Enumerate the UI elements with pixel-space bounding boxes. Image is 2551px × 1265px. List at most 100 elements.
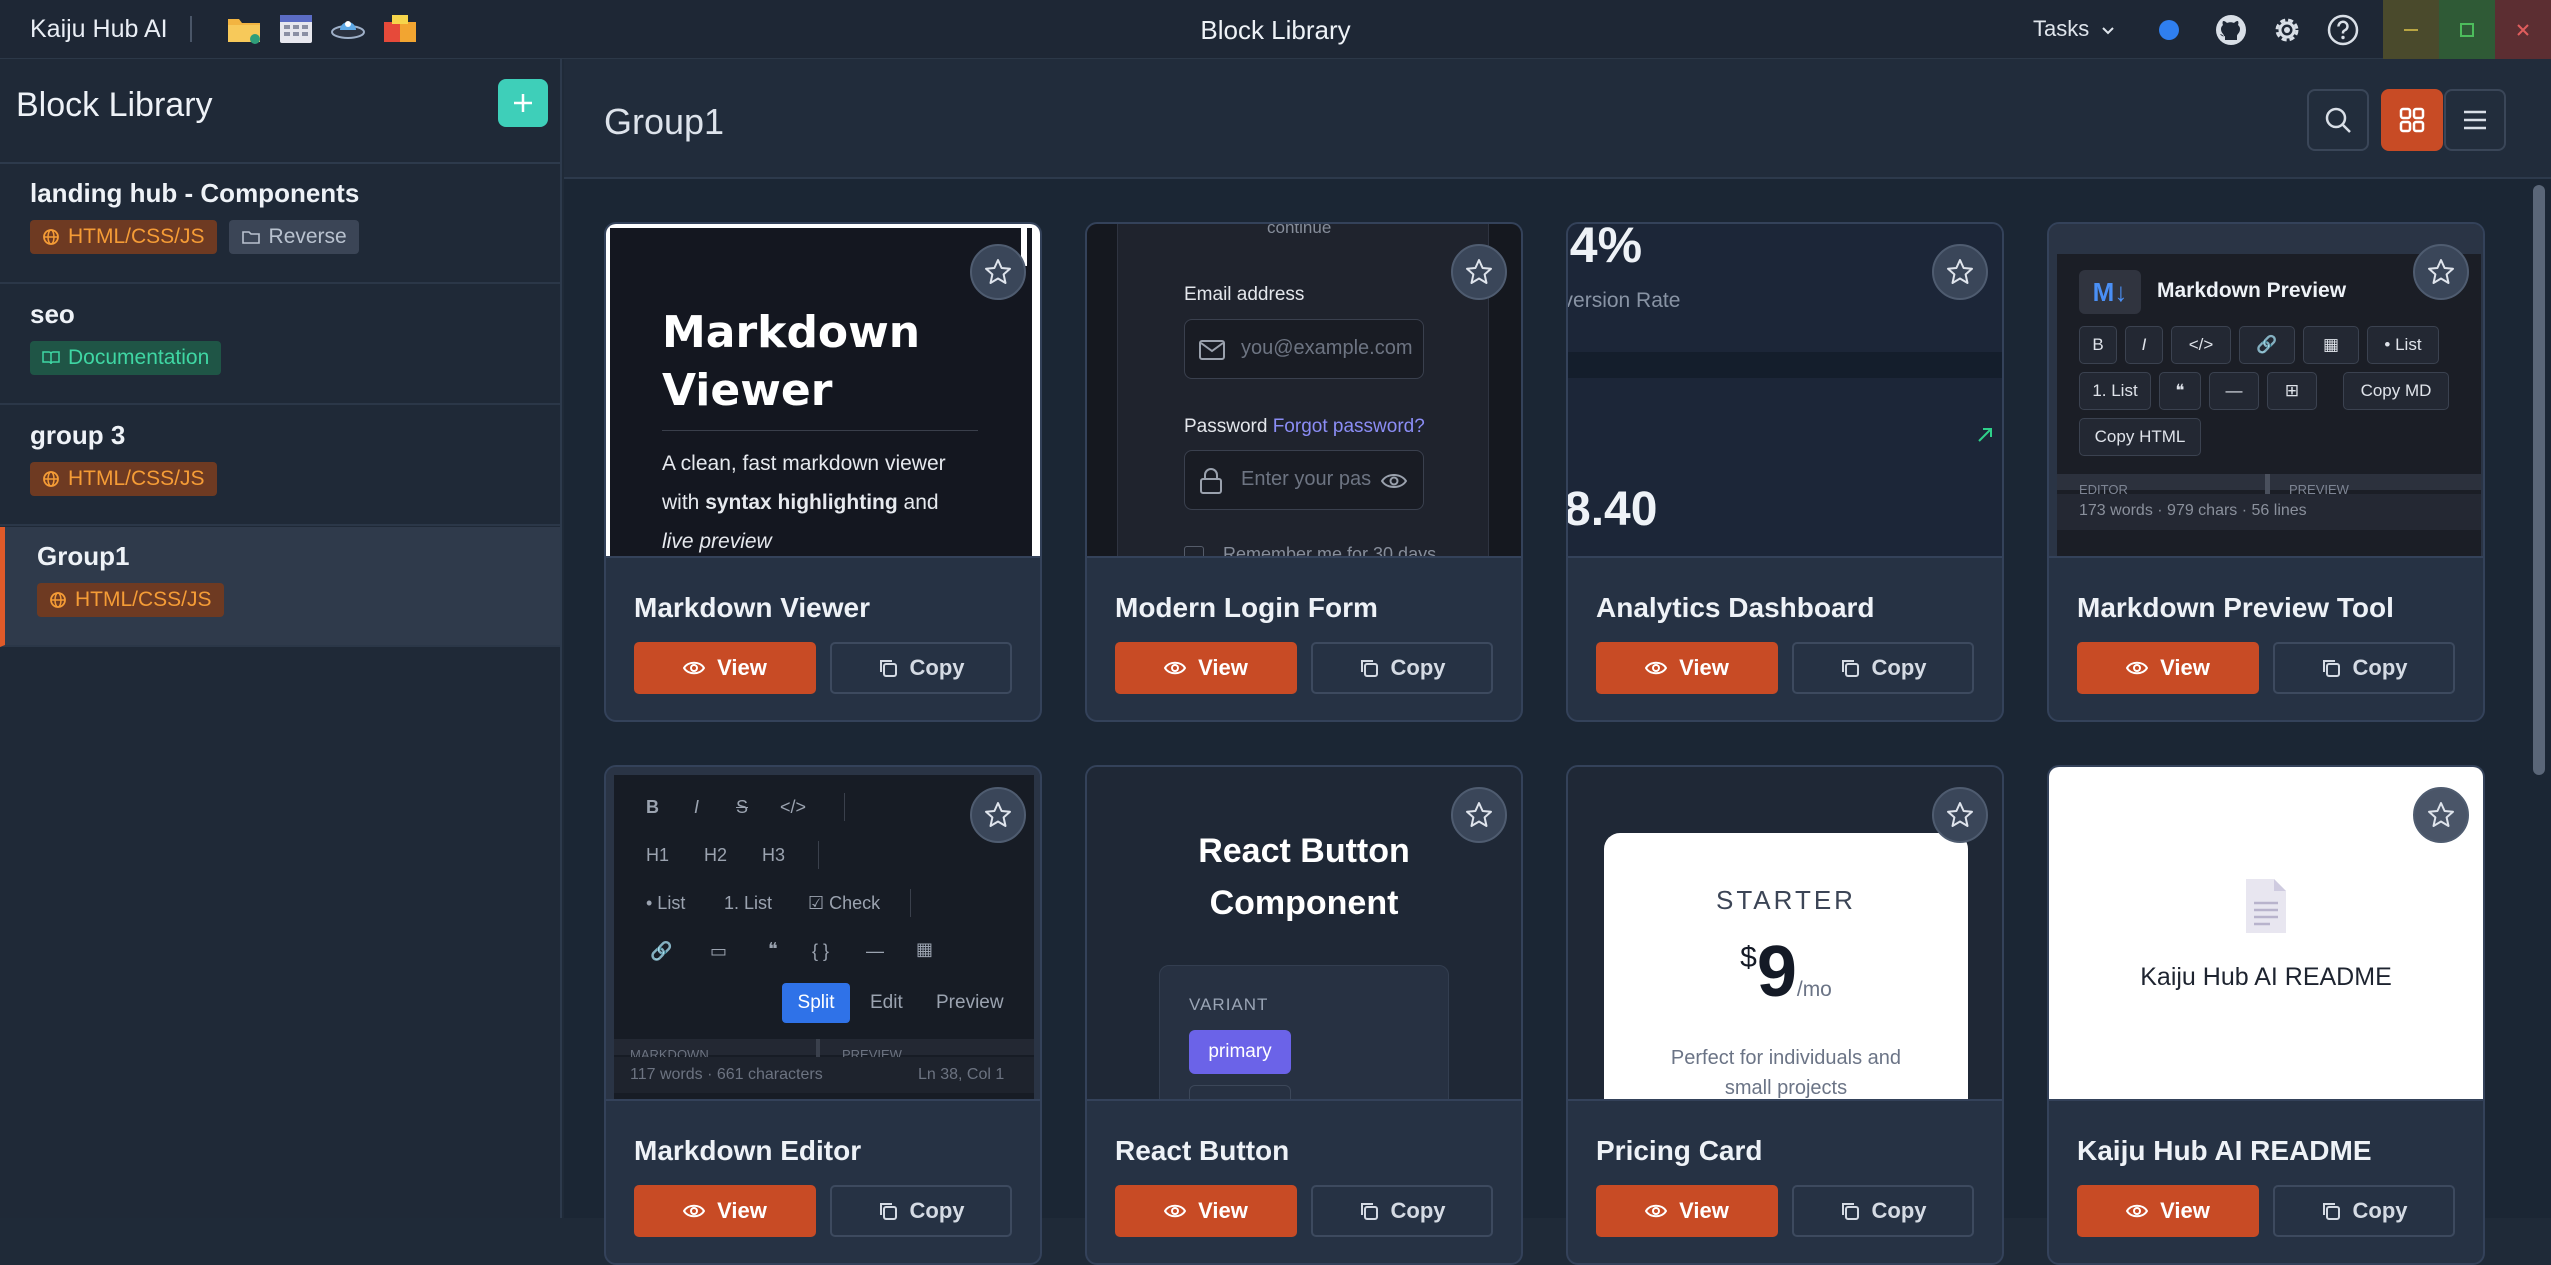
block-card[interactable]: STARTER $9/mo Perfect for individuals an… [1566,765,2004,1265]
chevron-down-icon [2101,16,2115,42]
copy-icon [879,1203,897,1220]
blocks-icon[interactable] [382,12,418,46]
copy-button[interactable]: Copy [830,1185,1012,1237]
block-card[interactable]: continue Email address you@example.com P… [1085,222,1523,722]
tag-documentation: Documentation [30,341,222,375]
copy-icon [2322,660,2340,677]
sidebar: Block Library landing hub - Components H… [0,59,562,1218]
eye-icon [1645,661,1668,675]
tag-html-css-js: HTML/CSS/JS [30,220,217,254]
copy-icon [1360,660,1378,677]
sidebar-item-landing-hub[interactable]: landing hub - Components HTML/CSS/JS Rev… [0,164,560,284]
eye-icon [1381,474,1407,488]
eye-icon [1164,1204,1187,1218]
block-card[interactable]: M↓ Markdown Preview B I </> 🔗 ▦ • List 1… [2047,222,2485,722]
view-button[interactable]: View [2077,642,2259,694]
card-title: Markdown Editor [634,1135,862,1166]
group-name: landing hub - Components [30,178,360,208]
star-icon [1947,259,1973,284]
tasks-dropdown[interactable]: Tasks [2033,16,2115,42]
card-title: Markdown Viewer [634,592,871,623]
sidebar-item-group1[interactable]: Group1 HTML/CSS/JS [0,527,560,647]
block-card[interactable]: 24% Conversion Rate 8.40 Analytics Dashb… [1566,222,2004,722]
maximize-button[interactable] [2439,0,2495,59]
grid-view-button[interactable] [2381,89,2443,151]
card-title: Pricing Card [1596,1135,1763,1166]
close-button[interactable] [2495,0,2551,59]
search-icon [2325,107,2351,133]
eye-icon [1645,1204,1668,1218]
tag-html-css-js: HTML/CSS/JS [37,583,224,617]
forgot-password-link: Forgot password? [1272,416,1425,437]
scrollbar-thumb[interactable] [2533,185,2545,775]
tag-html-css-js: HTML/CSS/JS [30,462,217,496]
minimize-button[interactable] [2383,0,2439,59]
search-button[interactable] [2307,89,2369,151]
view-button[interactable]: View [1596,1185,1778,1237]
star-icon [1466,259,1492,284]
favorite-button[interactable] [1932,787,1988,843]
eye-icon [1164,661,1187,675]
view-button[interactable]: View [2077,1185,2259,1237]
star-icon [985,802,1011,827]
main-content: Group1 Markdown Viewer A clean, fast mar… [564,59,2551,1265]
copy-button[interactable]: Copy [1792,642,1974,694]
view-button[interactable]: View [1115,1185,1297,1237]
star-icon [1947,802,1973,827]
copy-button[interactable]: Copy [2273,1185,2455,1237]
view-button[interactable]: View [634,642,816,694]
github-icon[interactable] [2214,13,2248,47]
split-mode-button: Split [782,983,850,1023]
ufo-icon[interactable] [330,12,366,46]
copy-button[interactable]: Copy [830,642,1012,694]
favorite-button[interactable] [970,787,1026,843]
sidebar-item-seo[interactable]: seo Documentation [0,285,560,405]
tag-reverse: Reverse [228,220,359,254]
copy-icon [1841,660,1859,677]
main-header: Group1 [564,59,2551,179]
sidebar-item-group-3[interactable]: group 3 HTML/CSS/JS [0,406,560,526]
favorite-button[interactable] [2413,244,2469,300]
view-button[interactable]: View [634,1185,816,1237]
group-name: Group1 [37,541,130,571]
card-title: Markdown Preview Tool [2077,592,2394,623]
copy-icon [2322,1203,2340,1220]
folder-outline-icon [241,231,260,244]
group-name: seo [30,299,75,329]
copy-button[interactable]: Copy [2273,642,2455,694]
status-dot-icon[interactable] [2152,13,2186,47]
grid-icon [2399,107,2425,133]
grid-calendar-icon[interactable] [278,12,314,46]
block-card[interactable]: B I S </> H1 H2 H3 • List 1. List ☑ Chec… [604,765,1042,1265]
add-group-button[interactable] [498,79,548,127]
eye-icon [683,1204,706,1218]
folder-icon[interactable] [226,12,262,46]
copy-button[interactable]: Copy [1792,1185,1974,1237]
document-icon [2246,879,2286,933]
card-title: Modern Login Form [1115,592,1378,623]
star-icon [2428,259,2454,284]
block-card[interactable]: Markdown Viewer A clean, fast markdown v… [604,222,1042,722]
favorite-button[interactable] [970,244,1026,300]
trend-up-icon [1978,428,1992,442]
gear-icon[interactable] [2270,13,2304,47]
card-title: Analytics Dashboard [1596,592,1875,623]
view-button[interactable]: View [1596,642,1778,694]
card-title: React Button [1115,1135,1290,1166]
copy-icon [1841,1203,1859,1220]
favorite-button[interactable] [2413,787,2469,843]
plus-icon [514,94,532,112]
list-view-button[interactable] [2444,89,2506,151]
favorite-button[interactable] [1451,244,1507,300]
card-title: Kaiju Hub AI README [2077,1135,2372,1166]
favorite-button[interactable] [1932,244,1988,300]
copy-button[interactable]: Copy [1311,1185,1493,1237]
help-icon[interactable] [2326,13,2360,47]
lock-icon [1200,468,1222,494]
block-card[interactable]: React Button Component VARIANT primary R… [1085,765,1523,1265]
view-button[interactable]: View [1115,642,1297,694]
copy-button[interactable]: Copy [1311,642,1493,694]
block-card[interactable]: Kaiju Hub AI README Kaiju Hub AI README … [2047,765,2485,1265]
favorite-button[interactable] [1451,787,1507,843]
tasks-label: Tasks [2033,16,2090,41]
